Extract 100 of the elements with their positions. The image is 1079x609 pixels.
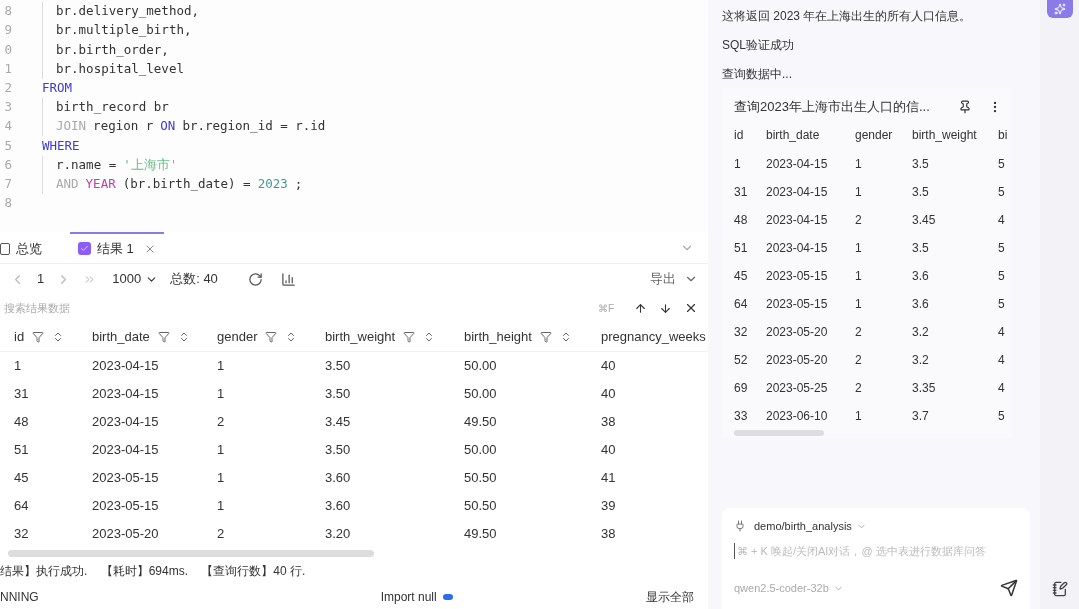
table-cell-text: 3.50 [325, 385, 352, 404]
table-cell-text: 1 [855, 184, 863, 201]
total-count: 总数: 40 [170, 270, 218, 289]
sparkle-icon [1053, 3, 1066, 15]
table-cell-text: 2023-04-15 [92, 385, 160, 404]
table-cell-text: 64 [14, 497, 30, 516]
send-icon[interactable] [1000, 579, 1018, 597]
table-cell-text: 1 [734, 156, 742, 173]
code-token: br.hospital_level [56, 59, 184, 78]
refresh-icon[interactable] [247, 271, 263, 287]
table-cell-text: 2023-05-15 [92, 469, 160, 488]
table-cell-text: 3.5 [912, 184, 930, 201]
column-header[interactable]: birth_height [464, 326, 532, 347]
chat-message: 这将返回 2023 年在上海出生的所有人口信息。 [722, 8, 973, 25]
close-icon[interactable] [684, 301, 698, 315]
result-tab[interactable]: 总览 [0, 232, 50, 263]
code-token: br.region_id = r.id [182, 117, 326, 136]
shortcut-hint: ⌘F [597, 301, 614, 316]
table-cell-text: 2023-04-15 [92, 357, 160, 376]
show-all-button[interactable]: 显示全部 [646, 588, 694, 606]
horizontal-scrollbar[interactable] [8, 550, 374, 557]
table-cell-text: 41 [601, 469, 617, 488]
line-number: 7 [3, 174, 13, 193]
table-cell-text: 2 [855, 352, 863, 369]
table-cell-text: 32 [734, 324, 749, 341]
ai-assistant-button[interactable] [1046, 0, 1073, 18]
table-cell-text: 1 [217, 469, 226, 488]
code-token: (br.birth_date) = [122, 174, 251, 193]
table-cell-text: 1 [855, 408, 863, 425]
table-cell-text: 3.6 [912, 268, 930, 285]
table-cell-text: 69 [734, 380, 749, 397]
table-cell-text: 4 [998, 352, 1006, 369]
table-cell-text: 2023-04-15 [92, 441, 160, 460]
plug-icon [734, 520, 746, 533]
table-cell-text: 3.60 [325, 497, 352, 516]
line-number: 6 [3, 155, 13, 174]
table-cell-text: 1 [217, 385, 226, 404]
table-cell-text: 3.35 [912, 380, 937, 397]
table-cell-text: 39 [601, 497, 617, 516]
code-token: ON [160, 117, 176, 136]
filter-icon[interactable] [32, 330, 45, 343]
line-number: 3 [3, 98, 13, 117]
table-cell-text: 3.2 [912, 324, 930, 341]
table-cell-text: 5 [998, 240, 1006, 257]
table-cell-text: 3.50 [325, 357, 352, 376]
table-cell-text: 64 [734, 296, 749, 313]
table-cell-text: 33 [734, 408, 749, 425]
table-cell-text: 2023-05-15 [92, 497, 160, 516]
chat-message: 查询数据中... [722, 66, 793, 83]
code-token: br.multiple_birth, [56, 21, 192, 40]
table-cell-text: 3.50 [325, 441, 352, 460]
column-header[interactable]: id [14, 326, 25, 347]
table-cell-text: 1 [217, 441, 226, 460]
notes-icon[interactable] [1051, 581, 1068, 597]
line-number: 0 [3, 40, 13, 59]
horizontal-scrollbar[interactable] [734, 430, 824, 436]
chat-input[interactable]: ⌘ + K 唤起/关闭AI对话，@ 选中表进行数据库问答 [734, 542, 1018, 559]
table-cell-text: 5 [998, 184, 1006, 201]
table-cell-text: 3.2 [912, 352, 930, 369]
table-cell-text: 2 [217, 413, 226, 432]
line-number: 1 [3, 59, 13, 78]
export-button[interactable]: 导出 [650, 269, 698, 289]
import-null-toggle[interactable] [442, 594, 453, 600]
table-cell-text: 3.45 [325, 413, 352, 432]
table-cell-text: 4 [998, 380, 1006, 397]
page-number: 1 [37, 270, 45, 289]
chart-icon[interactable] [280, 271, 296, 287]
database-selector[interactable]: demo/birth_analysis [754, 518, 867, 535]
filter-icon[interactable] [403, 330, 416, 343]
code-token: region r [93, 117, 154, 136]
search-field[interactable]: 搜索结果数据 [4, 299, 586, 317]
table-cell-text: 2 [217, 525, 226, 544]
code-token: br.delivery_method, [56, 2, 199, 21]
column-header[interactable]: birth_date [92, 326, 150, 347]
filter-icon[interactable] [539, 330, 552, 343]
previous-match-icon[interactable] [634, 301, 647, 315]
table-cell-text: 2 [855, 212, 863, 229]
filter-icon[interactable] [265, 330, 278, 343]
column-header[interactable]: birth_weight [325, 326, 396, 347]
column-header: bi [998, 127, 1008, 144]
table-cell-text: 3.20 [325, 525, 352, 544]
table-cell-text: 50.00 [464, 357, 498, 376]
table-cell-text: 3.6 [912, 296, 930, 313]
column-header[interactable]: gender [217, 326, 258, 347]
column-header[interactable]: pregnancy_weeks [601, 326, 706, 347]
table-cell-text: 40 [601, 441, 617, 460]
table-cell-text: 45 [734, 268, 749, 285]
column-header: birth_date [766, 127, 821, 144]
code-token: r.name = [56, 155, 117, 174]
page-size-dropdown[interactable]: 1000 [112, 269, 159, 289]
line-number: 5 [3, 136, 13, 155]
table-cell-text: 2023-04-15 [92, 413, 160, 432]
table-cell-text: 1 [217, 357, 226, 376]
filter-icon[interactable] [157, 330, 170, 343]
line-number: 4 [3, 117, 13, 136]
table-cell-text: 51 [734, 240, 749, 257]
table-cell-text: 45 [14, 469, 30, 488]
pin-icon[interactable] [958, 100, 972, 114]
card-title: 查询2023年上海市出生人口的信... [734, 98, 930, 117]
next-match-icon[interactable] [659, 301, 672, 315]
